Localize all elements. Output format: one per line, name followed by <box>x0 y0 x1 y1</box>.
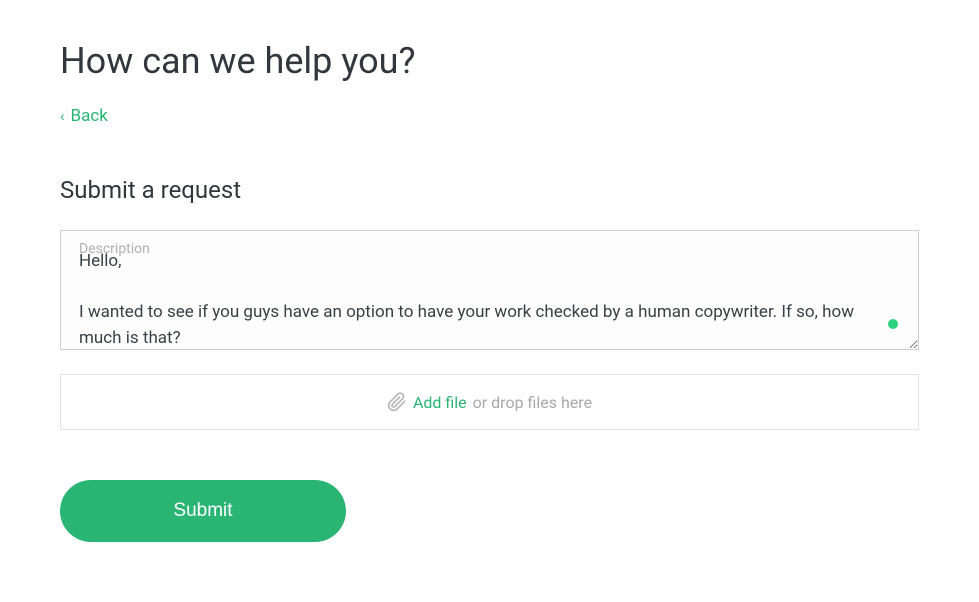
description-field[interactable]: Description <box>60 230 919 350</box>
section-title: Submit a request <box>60 176 919 204</box>
add-file-label: Add file <box>413 393 467 412</box>
page-title: How can we help you? <box>60 40 919 82</box>
file-hint-label: or drop files here <box>473 393 592 412</box>
back-link[interactable]: ‹ Back <box>60 106 108 126</box>
chevron-left-icon: ‹ <box>60 107 65 125</box>
attachment-icon <box>387 392 407 412</box>
back-link-label: Back <box>71 106 108 126</box>
submit-button[interactable]: Submit <box>60 480 346 542</box>
description-textarea[interactable] <box>61 231 918 349</box>
file-drop-zone[interactable]: Add file or drop files here <box>60 374 919 430</box>
